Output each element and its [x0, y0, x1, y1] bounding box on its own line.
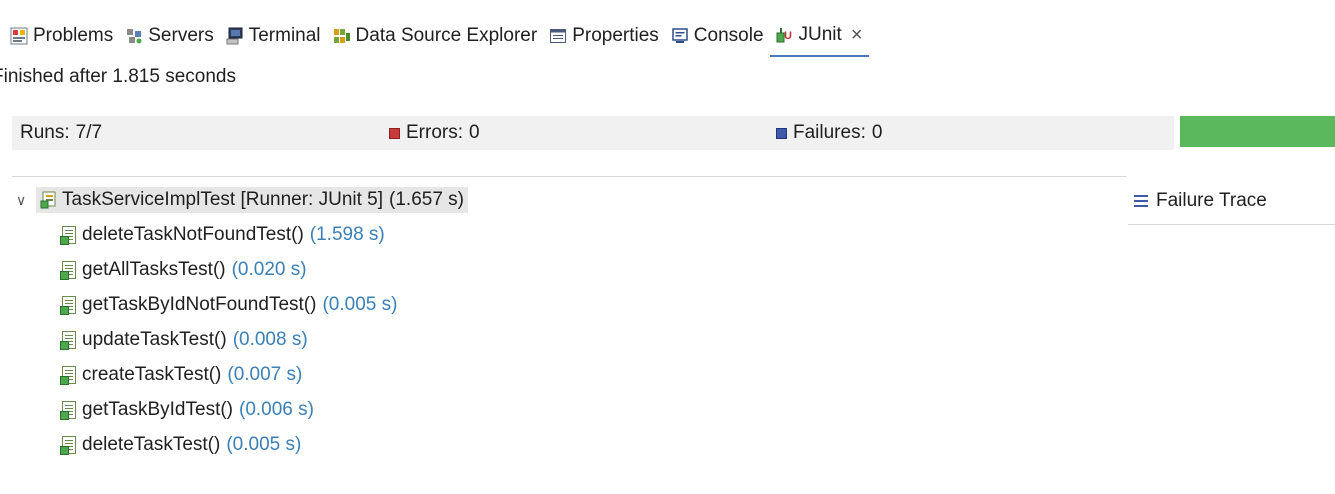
tab-servers[interactable]: Servers [119, 15, 219, 57]
tab-label: Problems [33, 25, 114, 46]
test-time: (0.005 s) [226, 434, 302, 455]
test-time: (0.005 s) [322, 294, 398, 315]
tab-terminal[interactable]: Terminal [220, 15, 327, 57]
tab-label: Console [693, 25, 764, 46]
test-ok-icon [60, 436, 76, 455]
errors-value: 0 [469, 122, 480, 143]
tree-item-test[interactable]: updateTaskTest() (0.008 s) [60, 324, 308, 356]
divider [1128, 224, 1335, 225]
tab-problems[interactable]: Problems [0, 15, 119, 57]
test-name: deleteTaskNotFoundTest() [82, 224, 304, 245]
tab-label: Properties [572, 25, 659, 46]
test-progress-bar [1180, 116, 1335, 147]
tab-junit[interactable]: U JUnit × [769, 15, 869, 57]
test-name: getAllTasksTest() [82, 259, 226, 280]
errors-label: Errors: [406, 122, 463, 143]
svg-text:U: U [784, 30, 792, 42]
tree-item-test[interactable]: createTaskTest() (0.007 s) [60, 359, 302, 391]
errors-counter: Errors: 0 [389, 116, 480, 150]
suite-name: TaskServiceImplTest [Runner: JUnit 5] [62, 189, 384, 210]
junit-icon: U [776, 26, 794, 44]
tree-item-test[interactable]: getTaskByIdTest() (0.006 s) [60, 394, 314, 426]
tree-item-test[interactable]: getTaskByIdNotFoundTest() (0.005 s) [60, 289, 397, 321]
tab-label: JUnit [798, 24, 842, 45]
data-source-icon [333, 27, 351, 45]
terminal-icon [226, 27, 244, 45]
tab-properties[interactable]: Properties [543, 15, 665, 57]
error-icon [389, 127, 400, 139]
tree-item-test[interactable]: deleteTaskTest() (0.005 s) [60, 429, 301, 461]
tree-root-suite[interactable]: ∨ TaskServiceImplTest [Runner: JUnit 5] … [16, 184, 468, 216]
stack-trace-icon [1134, 195, 1148, 207]
test-name: getTaskByIdTest() [82, 399, 233, 420]
test-ok-icon [60, 296, 76, 315]
chevron-down-icon[interactable]: ∨ [16, 192, 30, 209]
runs-counter: Runs: 7/7 [20, 116, 102, 150]
suite-time: (1.657 s) [389, 189, 464, 210]
failure-trace-header: Failure Trace [1134, 186, 1267, 216]
test-time: (0.007 s) [227, 364, 303, 385]
console-icon [671, 27, 689, 45]
suite-label[interactable]: TaskServiceImplTest [Runner: JUnit 5] (1… [36, 187, 468, 213]
tree-item-test[interactable]: getAllTasksTest() (0.020 s) [60, 254, 307, 286]
test-name: getTaskByIdNotFoundTest() [82, 294, 317, 315]
test-name: deleteTaskTest() [82, 434, 221, 455]
test-ok-icon [60, 401, 76, 420]
test-name: updateTaskTest() [82, 329, 227, 350]
tab-console[interactable]: Console [665, 15, 770, 57]
status-text: Finished after 1.815 seconds [0, 66, 236, 87]
test-ok-icon [60, 366, 76, 385]
test-time: (0.006 s) [239, 399, 314, 420]
counters-bar: Runs: 7/7 Errors: 0 Failures: 0 [12, 116, 1174, 150]
failures-counter: Failures: 0 [776, 116, 882, 150]
runs-value: 7/7 [75, 122, 103, 143]
view-tab-bar: Problems Servers Terminal Data Source Ex… [0, 14, 1335, 58]
run-status: Finished after 1.815 seconds [0, 62, 1335, 92]
tree-item-test[interactable]: deleteTaskNotFoundTest() (1.598 s) [60, 219, 385, 251]
runs-label: Runs: [20, 122, 70, 143]
test-time: (0.008 s) [232, 329, 308, 350]
test-ok-icon [60, 226, 76, 245]
problems-icon [10, 27, 28, 45]
servers-icon [125, 27, 143, 45]
tab-data-source-explorer[interactable]: Data Source Explorer [327, 15, 544, 57]
divider [12, 176, 1126, 177]
test-time: (1.598 s) [309, 224, 385, 245]
test-ok-icon [60, 261, 76, 280]
failures-label: Failures: [793, 122, 866, 143]
tab-label: Data Source Explorer [355, 25, 538, 46]
test-suite-ok-icon [40, 191, 56, 209]
test-time: (0.020 s) [231, 259, 307, 280]
tab-label: Terminal [248, 25, 321, 46]
failure-trace-label: Failure Trace [1156, 190, 1267, 211]
test-ok-icon [60, 331, 76, 350]
failures-value: 0 [871, 122, 883, 143]
close-icon[interactable]: × [851, 24, 863, 47]
properties-icon [549, 27, 567, 45]
test-name: createTaskTest() [82, 364, 222, 385]
failure-icon [776, 127, 787, 139]
tab-label: Servers [148, 25, 214, 46]
